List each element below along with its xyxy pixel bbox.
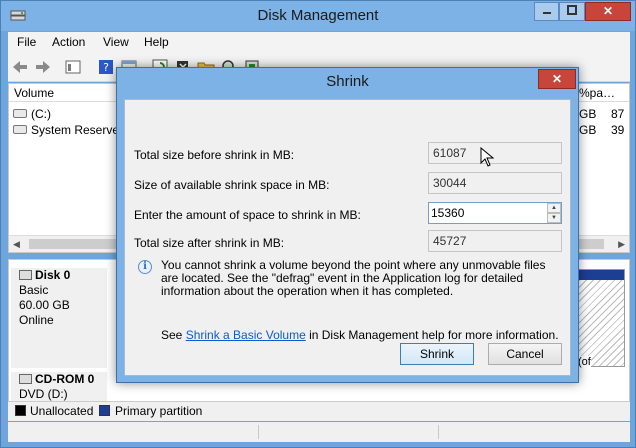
disk-status: Online [19, 313, 54, 327]
partition-header-bar [576, 270, 624, 280]
volume-name: System Reserved [31, 123, 126, 137]
volume-capacity: GB [579, 123, 597, 137]
total-after-value: 45727 [428, 230, 562, 252]
minimize-button[interactable] [534, 2, 559, 21]
shrink-amount-input[interactable] [431, 205, 541, 221]
title-bar[interactable]: Disk Management ✕ [1, 1, 635, 31]
close-icon: ✕ [551, 72, 563, 86]
scroll-right-icon[interactable]: ▶ [618, 239, 625, 250]
status-separator [438, 425, 439, 439]
cdrom-name: CD-ROM 0 [35, 372, 95, 386]
cdrom-icon [19, 374, 32, 384]
primary-partition-swatch [99, 405, 110, 416]
cdrom-0-info[interactable]: CD-ROM 0 DVD (D:) [11, 372, 107, 402]
mouse-cursor-icon [480, 147, 494, 167]
disk-name: Disk 0 [35, 268, 71, 282]
available-shrink-value: 30044 [428, 172, 562, 194]
partition-block[interactable]: (of [575, 269, 625, 368]
spin-up-icon[interactable]: ▲ [547, 203, 561, 213]
menu-bar: File Action View Help [8, 32, 630, 52]
unallocated-swatch [15, 405, 26, 416]
maximize-icon [567, 5, 577, 15]
drive-icon [13, 125, 27, 134]
menu-help[interactable]: Help [144, 35, 169, 49]
disk-size: 60.00 GB [19, 298, 70, 312]
cancel-button[interactable]: Cancel [488, 343, 562, 365]
volume-capacity: GB [579, 107, 597, 121]
back-arrow-icon[interactable] [11, 58, 29, 76]
drive-icon [13, 109, 27, 118]
minimize-icon [542, 12, 551, 14]
shrink-basic-volume-link[interactable]: Shrink a Basic Volume [186, 328, 306, 342]
close-button[interactable]: ✕ [585, 2, 631, 21]
spin-down-icon[interactable]: ▼ [547, 213, 561, 223]
status-bar [8, 422, 630, 442]
maximize-button[interactable] [559, 2, 585, 21]
field-label-amount: Enter the amount of space to shrink in M… [134, 208, 361, 222]
volume-free-pct: 39 [611, 123, 625, 137]
field-label-available: Size of available shrink space in MB: [134, 178, 330, 192]
cdrom-type: DVD (D:) [19, 387, 68, 401]
total-before-value: 61087 [428, 142, 562, 164]
help-icon[interactable]: ? [97, 58, 115, 76]
disk-0-info[interactable]: Disk 0 Basic 60.00 GB Online [11, 268, 107, 368]
disk-type: Basic [19, 283, 49, 297]
menu-view[interactable]: View [103, 35, 129, 49]
status-separator [258, 425, 259, 439]
info-icon: i [138, 260, 152, 274]
field-label-total-after: Total size after shrink in MB: [134, 236, 285, 250]
shrink-dialog: Shrink ✕ Total size before shrink in MB:… [116, 67, 579, 383]
legend-primary-partition: Primary partition [115, 404, 203, 418]
shrink-amount-stepper[interactable]: ▲ ▼ [428, 202, 562, 224]
dialog-title: Shrink [326, 73, 369, 90]
help-suffix: in Disk Management help for more informa… [305, 328, 559, 342]
disk-icon [19, 270, 32, 280]
volume-free-pct: 87 [611, 107, 625, 121]
close-icon: ✕ [602, 4, 614, 18]
info-message: You cannot shrink a volume beyond the po… [161, 258, 546, 298]
menu-file[interactable]: File [17, 35, 36, 49]
help-reference: See Shrink a Basic Volume in Disk Manage… [161, 328, 559, 342]
shrink-button[interactable]: Shrink [400, 343, 474, 365]
legend-unallocated: Unallocated [30, 404, 94, 418]
dialog-body: Total size before shrink in MB: 61087 Si… [124, 99, 571, 376]
legend-bar: Unallocated Primary partition [8, 401, 630, 421]
partition-text: (of [578, 356, 591, 368]
help-prefix: See [161, 328, 186, 342]
dialog-close-button[interactable]: ✕ [538, 69, 576, 89]
menu-action[interactable]: Action [52, 35, 85, 49]
properties-icon[interactable] [64, 58, 82, 76]
column-header-pct[interactable]: %pa… [579, 86, 615, 100]
forward-arrow-icon[interactable] [34, 58, 52, 76]
volume-name: (C:) [31, 107, 51, 121]
svg-text:?: ? [103, 61, 109, 74]
scroll-left-icon[interactable]: ◀ [13, 239, 20, 250]
field-label-total-before: Total size before shrink in MB: [134, 148, 295, 162]
column-header-volume[interactable]: Volume [14, 86, 54, 100]
